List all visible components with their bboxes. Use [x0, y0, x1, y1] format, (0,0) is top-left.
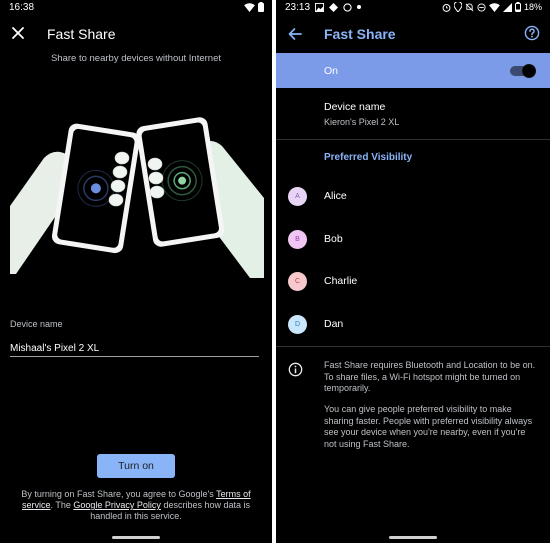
device-name-label: Device name	[10, 319, 63, 329]
app-bar: Fast Share	[276, 22, 550, 48]
dnd-icon	[477, 2, 486, 12]
update-notification-icon	[343, 2, 352, 12]
device-name-field[interactable]: Mishaal's Pixel 2 XL	[10, 343, 99, 354]
preferred-visibility-heading: Preferred Visibility	[324, 152, 413, 163]
subtitle: Share to nearby devices without Internet	[50, 53, 222, 64]
gallery-notification-icon	[315, 2, 325, 12]
left-screen: 16:38 Fast Share Share to nearby devices…	[0, 0, 272, 543]
location-icon	[453, 2, 462, 12]
app-bar: Fast Share	[0, 22, 272, 48]
info-text-preferred-visibility: You can give people preferred visibility…	[324, 404, 533, 449]
toggle-knob	[522, 64, 536, 78]
contact-name: Bob	[324, 233, 343, 245]
contact-name: Charlie	[324, 275, 358, 287]
privacy-policy-link[interactable]: Google Privacy Policy	[73, 500, 161, 510]
info-icon	[288, 362, 303, 377]
status-bar: 16:38	[0, 0, 272, 14]
back-arrow-icon[interactable]	[287, 26, 303, 42]
device-name-underline	[10, 356, 259, 357]
avatar: D	[288, 315, 307, 334]
master-switch-bar[interactable]: On	[276, 53, 550, 88]
status-bar: 23:13 18%	[276, 0, 550, 14]
avatar: B	[288, 230, 307, 249]
contact-row-charlie[interactable]: C Charlie	[276, 272, 550, 312]
alarm-icon	[442, 3, 451, 12]
right-screen: 23:13 18% Fast Share On Device name Kier…	[276, 0, 550, 543]
turn-on-button[interactable]: Turn on	[97, 454, 175, 478]
signal-icon	[502, 2, 512, 12]
wifi-icon	[244, 2, 255, 12]
gesture-nav-bar[interactable]	[112, 536, 160, 539]
device-name-label: Device name	[324, 101, 386, 113]
avatar: A	[288, 187, 307, 206]
page-title: Fast Share	[47, 26, 116, 42]
dot-notification-icon	[357, 5, 362, 9]
battery-icon	[514, 2, 521, 12]
close-icon[interactable]	[9, 24, 27, 42]
contact-row-dan[interactable]: D Dan	[276, 315, 550, 355]
divider	[276, 346, 550, 347]
contact-row-bob[interactable]: B Bob	[276, 230, 550, 270]
legal-part-2: . The	[50, 500, 74, 510]
contact-name: Alice	[324, 190, 347, 202]
avatar: C	[288, 272, 307, 291]
contact-row-alice[interactable]: A Alice	[276, 187, 550, 227]
legal-text: By turning on Fast Share, you agree to G…	[12, 489, 260, 522]
phones-illustration	[10, 117, 264, 278]
info-text-requirements: Fast Share requires Bluetooth and Locati…	[324, 360, 536, 393]
page-title: Fast Share	[324, 26, 396, 42]
status-time: 16:38	[9, 1, 35, 13]
on-label: On	[324, 65, 339, 77]
mute-icon	[465, 3, 474, 11]
battery-icon	[258, 2, 264, 12]
location-notification-icon	[329, 2, 339, 12]
device-name-value: Kieron's Pixel 2 XL	[324, 117, 400, 127]
help-icon[interactable]	[524, 25, 540, 41]
status-time: 23:13	[285, 1, 311, 13]
divider	[276, 139, 550, 140]
legal-part-1: By turning on Fast Share, you agree to G…	[21, 489, 217, 499]
battery-percent: 18%	[523, 2, 542, 12]
contact-name: Dan	[324, 318, 344, 330]
wifi-icon	[489, 2, 500, 12]
gesture-nav-bar[interactable]	[389, 536, 437, 539]
fast-share-toggle[interactable]	[510, 64, 536, 78]
